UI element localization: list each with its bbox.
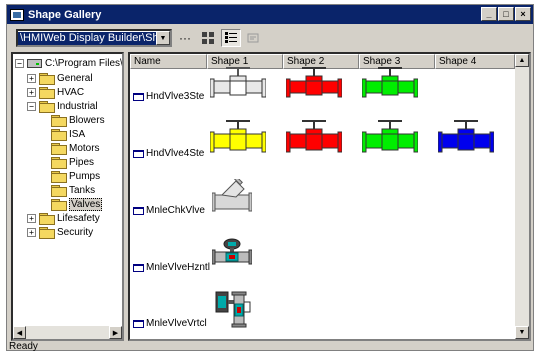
- motorized-horizontal-valve-icon[interactable]: [212, 238, 252, 268]
- scroll-right-icon[interactable]: ▶: [109, 326, 122, 339]
- red-gate-valve-icon[interactable]: [286, 67, 342, 101]
- folder-icon: [51, 128, 67, 141]
- tree-item-hvac[interactable]: + HVAC: [27, 85, 84, 99]
- green-gate-valve-icon[interactable]: [362, 67, 418, 101]
- tree-item-label: HVAC: [57, 86, 85, 98]
- list-item[interactable]: HndVlve4Ste: [133, 148, 204, 159]
- tree-item-label: Valves: [69, 197, 103, 211]
- scroll-track[interactable]: [26, 326, 109, 339]
- tree-item-pipes[interactable]: Pipes: [51, 155, 94, 169]
- tree-item-label: Industrial: [57, 100, 98, 112]
- tree-item-pumps[interactable]: Pumps: [51, 169, 100, 183]
- tree-item-label: General: [57, 72, 93, 84]
- open-folder-icon: [51, 198, 67, 211]
- minimize-button[interactable]: _: [481, 7, 497, 21]
- tree-item-label: Tanks: [69, 184, 96, 196]
- folder-icon: [51, 142, 67, 155]
- browse-button[interactable]: ···: [175, 29, 195, 47]
- tree-item-tanks[interactable]: Tanks: [51, 183, 95, 197]
- folder-icon: [39, 212, 55, 225]
- expand-icon[interactable]: +: [27, 87, 36, 97]
- tree-item-blowers[interactable]: Blowers: [51, 113, 105, 127]
- tree-item-label: ISA: [69, 128, 86, 140]
- shape-file-icon: [133, 149, 144, 158]
- list-vertical-scrollbar[interactable]: ▲ ▼: [515, 54, 529, 339]
- list-item-name: MnleVlveVrtcl: [146, 318, 207, 329]
- motorized-vertical-valve-icon[interactable]: [212, 288, 252, 328]
- gray-gate-valve-icon[interactable]: [210, 67, 266, 101]
- close-button[interactable]: ×: [515, 7, 531, 21]
- list-item[interactable]: MnleVlveVrtcl: [133, 318, 207, 329]
- list-item[interactable]: MnleVlveHzntl: [133, 262, 210, 273]
- shape-file-icon: [133, 319, 144, 328]
- yellow-gate-valve-icon[interactable]: [210, 120, 266, 156]
- path-combo[interactable]: \HMIWeb Display Builder\ShapeLib\ ▼: [16, 29, 172, 47]
- folder-icon: [39, 86, 55, 99]
- blue-gate-valve-icon[interactable]: [438, 120, 494, 156]
- tree-item-label: Security: [57, 226, 94, 238]
- tree-item-motors[interactable]: Motors: [51, 141, 100, 155]
- tree-item-label: Motors: [69, 142, 100, 154]
- folder-icon: [39, 72, 55, 85]
- column-header-name[interactable]: Name: [130, 54, 207, 69]
- tree-item-lifesafety[interactable]: + Lifesafety: [27, 211, 100, 225]
- scroll-up-icon[interactable]: ▲: [515, 54, 529, 67]
- large-icons-view-icon[interactable]: [198, 29, 218, 47]
- folder-icon: [51, 156, 67, 169]
- list-item[interactable]: MnleChkVlve: [133, 205, 205, 216]
- title-bar[interactable]: Shape Gallery _ □ ×: [7, 5, 533, 24]
- tree-item-security[interactable]: + Security: [27, 225, 93, 239]
- details-view-icon[interactable]: [221, 29, 241, 47]
- list-item-name: MnleChkVlve: [146, 205, 205, 216]
- scroll-down-icon[interactable]: ▼: [515, 326, 529, 339]
- red-gate-valve-icon[interactable]: [286, 120, 342, 156]
- path-value: \HMIWeb Display Builder\ShapeLib\: [18, 31, 156, 45]
- list-item-name: HndVlve3Ste: [146, 91, 205, 102]
- shape-list[interactable]: Name Shape 1 Shape 2 Shape 3 Shape 4 Hnd…: [128, 52, 531, 341]
- scroll-left-icon[interactable]: ◀: [13, 326, 26, 339]
- tree-item-valves[interactable]: Valves: [51, 197, 103, 211]
- list-item-name: MnleVlveHzntl: [146, 262, 210, 273]
- window-controls: _ □ ×: [480, 7, 531, 21]
- chevron-down-icon[interactable]: ▼: [156, 31, 170, 45]
- tree-item-isa[interactable]: ISA: [51, 127, 85, 141]
- app-icon: [10, 8, 24, 21]
- window-title: Shape Gallery: [28, 8, 102, 21]
- tree-item-industrial[interactable]: − Industrial: [27, 99, 98, 113]
- folder-icon: [51, 170, 67, 183]
- tree-root[interactable]: − C:\Program Files\H: [15, 56, 124, 70]
- disabled-tool-icon[interactable]: [244, 29, 264, 47]
- toolbar: \HMIWeb Display Builder\ShapeLib\ ▼ ···: [7, 25, 533, 51]
- collapse-icon[interactable]: −: [27, 101, 36, 111]
- folder-tree[interactable]: − C:\Program Files\H + General + HVAC − …: [11, 52, 124, 341]
- maximize-button[interactable]: □: [498, 7, 514, 21]
- tree-root-label: C:\Program Files\H: [45, 57, 124, 69]
- list-item-name: HndVlve4Ste: [146, 148, 205, 159]
- tree-item-label: Pumps: [69, 170, 101, 182]
- tree-item-label: Blowers: [69, 114, 105, 126]
- shape-gallery-window: Shape Gallery _ □ × \HMIWeb Display Buil…: [6, 4, 534, 352]
- list-item[interactable]: HndVlve3Ste: [133, 91, 204, 102]
- column-header-shape-4[interactable]: Shape 4: [435, 54, 515, 69]
- folder-icon: [39, 226, 55, 239]
- drive-icon: [27, 58, 42, 68]
- expand-icon[interactable]: +: [27, 213, 36, 223]
- open-folder-icon: [39, 100, 55, 113]
- check-valve-icon[interactable]: [212, 179, 252, 213]
- tree-item-label: Pipes: [69, 156, 95, 168]
- expand-icon[interactable]: +: [27, 73, 36, 83]
- shape-file-icon: [133, 263, 144, 272]
- tree-item-label: Lifesafety: [57, 212, 100, 224]
- content-area: − C:\Program Files\H + General + HVAC − …: [11, 52, 531, 341]
- tree-horizontal-scrollbar[interactable]: ◀ ▶: [13, 326, 122, 339]
- green-gate-valve-icon[interactable]: [362, 120, 418, 156]
- tree-item-general[interactable]: + General: [27, 71, 93, 85]
- collapse-icon[interactable]: −: [15, 58, 24, 68]
- folder-icon: [51, 114, 67, 127]
- shape-file-icon: [133, 92, 144, 101]
- expand-icon[interactable]: +: [27, 227, 36, 237]
- folder-icon: [51, 184, 67, 197]
- shape-file-icon: [133, 206, 144, 215]
